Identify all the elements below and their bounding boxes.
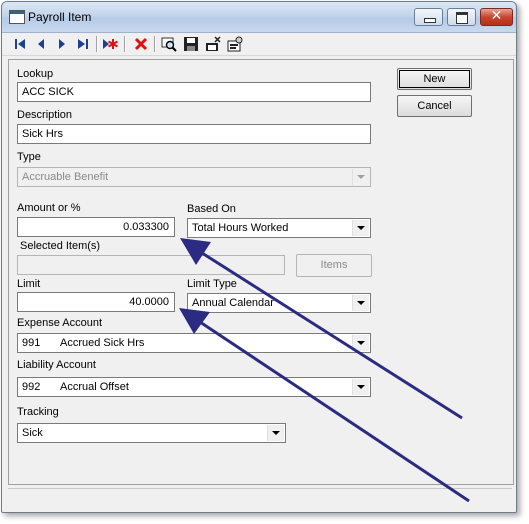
description-label: Description	[17, 109, 73, 121]
maximize-button[interactable]	[447, 8, 476, 26]
chevron-down-icon[interactable]	[352, 379, 369, 395]
save-icon[interactable]	[183, 36, 199, 52]
amount-label: Amount or %	[17, 202, 81, 214]
print-icon[interactable]	[205, 36, 221, 52]
limit-label: Limit	[17, 278, 41, 290]
app-window-icon	[9, 10, 25, 24]
selected-items-label: Selected Item(s)	[20, 240, 101, 252]
liability-account-select[interactable]: 992 Accrual Offset	[17, 377, 371, 397]
description-value: Sick Hrs	[22, 128, 63, 140]
chevron-down-icon[interactable]	[352, 295, 369, 311]
lookup-label: Lookup	[17, 68, 54, 80]
previous-record-icon[interactable]	[33, 36, 49, 52]
minimize-icon	[424, 18, 436, 23]
close-button[interactable]: ✕	[480, 8, 513, 26]
limit-value: 40.0000	[129, 296, 169, 308]
last-record-icon[interactable]	[75, 36, 91, 52]
window-title: Payroll Item	[28, 10, 92, 24]
toolbar	[2, 33, 516, 56]
based-on-label: Based On	[187, 203, 236, 215]
tracking-value: Sick	[22, 427, 43, 439]
status-bar	[8, 488, 512, 507]
chevron-down-icon[interactable]	[352, 220, 369, 236]
tracking-select[interactable]: Sick	[17, 423, 286, 443]
limit-type-value: Annual Calendar	[192, 297, 274, 309]
chevron-down-icon[interactable]	[352, 335, 369, 351]
chevron-down-icon[interactable]	[267, 425, 284, 441]
first-record-icon[interactable]	[12, 36, 28, 52]
description-field[interactable]: Sick Hrs	[17, 124, 371, 144]
tracking-label: Tracking	[17, 406, 59, 418]
type-select: Accruable Benefit	[17, 167, 371, 187]
chevron-down-icon	[352, 169, 369, 185]
type-value: Accruable Benefit	[22, 171, 109, 183]
lookup-value: ACC SICK	[22, 86, 74, 98]
next-record-icon[interactable]	[54, 36, 70, 52]
type-label: Type	[17, 151, 41, 163]
based-on-value: Total Hours Worked	[192, 222, 289, 234]
minimize-button[interactable]	[414, 8, 443, 26]
selected-items-field	[17, 255, 285, 275]
delete-icon[interactable]	[133, 36, 149, 52]
maximize-icon	[456, 12, 468, 24]
lookup-field[interactable]: ACC SICK	[17, 82, 371, 102]
close-icon: ✕	[490, 8, 503, 24]
limit-type-label: Limit Type	[187, 278, 237, 290]
new-record-icon[interactable]	[102, 36, 118, 52]
amount-field[interactable]: 0.033300	[17, 217, 175, 237]
based-on-select[interactable]: Total Hours Worked	[187, 218, 371, 238]
expense-account-code: 991	[22, 337, 41, 349]
toolbar-separator	[154, 36, 156, 52]
toolbar-separator	[124, 36, 126, 52]
title-bar[interactable]: Payroll Item ✕	[2, 2, 516, 33]
expense-account-label: Expense Account	[17, 317, 103, 329]
liability-account-label: Liability Account	[17, 359, 96, 371]
expense-account-name: Accrued Sick Hrs	[60, 337, 145, 349]
new-button[interactable]: New	[397, 68, 472, 90]
amount-value: 0.033300	[123, 221, 169, 233]
find-icon[interactable]	[161, 36, 177, 52]
limit-type-select[interactable]: Annual Calendar	[187, 293, 371, 313]
items-button[interactable]: Items	[296, 254, 372, 277]
liability-account-code: 992	[22, 381, 41, 393]
properties-icon[interactable]	[227, 36, 243, 52]
liability-account-name: Accrual Offset	[60, 381, 129, 393]
cancel-button[interactable]: Cancel	[397, 95, 472, 117]
limit-field[interactable]: 40.0000	[17, 292, 175, 312]
expense-account-select[interactable]: 991 Accrued Sick Hrs	[17, 333, 371, 353]
toolbar-separator	[96, 36, 98, 52]
